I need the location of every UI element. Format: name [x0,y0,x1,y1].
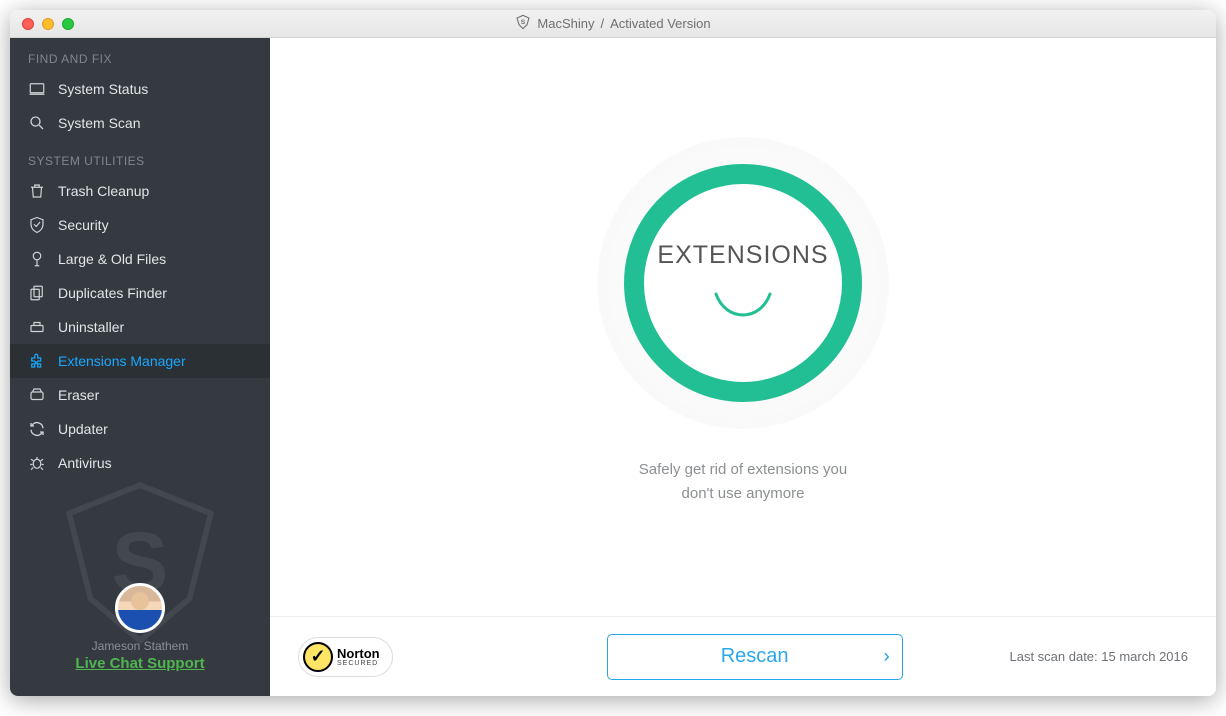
sidebar-section-utilities: SYSTEM UTILITIES [10,140,270,174]
refresh-icon [28,420,46,438]
norton-line1: Norton [337,647,380,660]
live-chat-link[interactable]: Live Chat Support [20,655,260,672]
tagline-line1: Safely get rid of extensions you [639,461,847,478]
sidebar-item-extensions-manager[interactable]: Extensions Manager [10,344,270,378]
trash-icon [28,182,46,200]
smile-icon [708,290,778,326]
support-name: Jameson Stathem [20,639,260,653]
sidebar-item-updater[interactable]: Updater [10,412,270,446]
main-panel: EXTENSIONS Safely get rid of extensions … [270,38,1216,696]
sidebar-item-large-old-files[interactable]: Large & Old Files [10,242,270,276]
footer-bar: Norton SECURED Rescan ›› Last scan date:… [270,616,1216,696]
status-ring: EXTENSIONS [624,164,862,402]
search-icon [28,114,46,132]
sidebar-section-findfix: FIND AND FIX [10,38,270,72]
rescan-label: Rescan [721,645,789,668]
app-window: S MacShiny / Activated Version FIND AND … [10,10,1216,696]
sidebar-item-label: Uninstaller [58,319,124,335]
sidebar-item-duplicates-finder[interactable]: Duplicates Finder [10,276,270,310]
status-circle: EXTENSIONS [598,138,888,428]
zoom-window-button[interactable] [62,18,74,30]
status-title: EXTENSIONS [657,241,828,270]
sidebar-item-label: Extensions Manager [58,353,186,369]
license-status: Activated Version [610,16,710,31]
sidebar-footer: Jameson Stathem Live Chat Support [10,583,270,696]
sidebar-item-label: Antivirus [58,455,112,471]
laptop-icon [28,80,46,98]
bug-icon [28,454,46,472]
sidebar-item-label: Security [58,217,109,233]
sidebar-item-label: System Scan [58,115,140,131]
title-sep: / [601,16,605,31]
uninstall-icon [28,318,46,336]
support-avatar [115,583,165,633]
tagline: Safely get rid of extensions you don't u… [639,458,847,506]
puzzle-icon [28,352,46,370]
last-scan-label: Last scan date: 15 march 2016 [1009,649,1188,664]
minimize-window-button[interactable] [42,18,54,30]
sidebar-item-security[interactable]: Security [10,208,270,242]
main-content: EXTENSIONS Safely get rid of extensions … [270,38,1216,616]
app-name: MacShiny [537,16,594,31]
sidebar-item-antivirus[interactable]: Antivirus [10,446,270,480]
sidebar-item-label: Large & Old Files [58,251,166,267]
tagline-line2: don't use anymore [682,485,805,502]
sidebar-item-system-scan[interactable]: System Scan [10,106,270,140]
copy-icon [28,284,46,302]
sidebar-item-uninstaller[interactable]: Uninstaller [10,310,270,344]
norton-check-icon [303,642,333,672]
sidebar-item-trash-cleanup[interactable]: Trash Cleanup [10,174,270,208]
rescan-button[interactable]: Rescan ›› [607,634,903,680]
app-logo-icon: S [515,14,531,33]
sidebar-item-label: Trash Cleanup [58,183,149,199]
eraser-icon [28,386,46,404]
sidebar-item-label: Updater [58,421,108,437]
close-window-button[interactable] [22,18,34,30]
sidebar: FIND AND FIX System Status System Scan S… [10,38,270,696]
svg-text:S: S [521,19,526,26]
sidebar-item-eraser[interactable]: Eraser [10,378,270,412]
sidebar-item-label: System Status [58,81,148,97]
sidebar-item-label: Duplicates Finder [58,285,167,301]
titlebar: S MacShiny / Activated Version [10,10,1216,38]
window-title: S MacShiny / Activated Version [10,14,1216,33]
shield-icon [28,216,46,234]
norton-badge: Norton SECURED [298,637,393,677]
norton-line2: SECURED [337,660,380,667]
sidebar-item-label: Eraser [58,387,99,403]
window-controls [10,18,74,30]
sidebar-item-system-status[interactable]: System Status [10,72,270,106]
tree-icon [28,250,46,268]
